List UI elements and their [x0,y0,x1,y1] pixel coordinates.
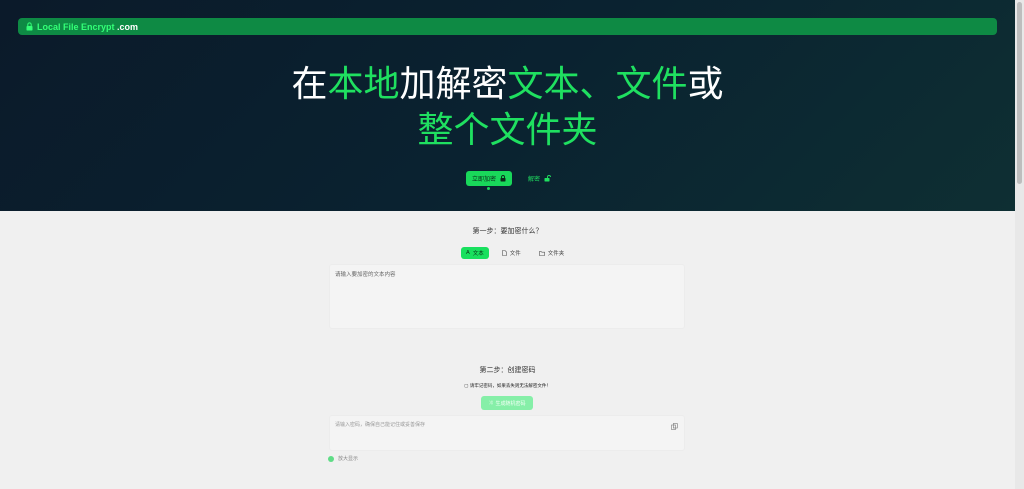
mode-switch: 立即加密 解密 [466,171,557,186]
tab-file-label: 文件 [509,251,521,257]
content-type-tabs: A 文本 文件 文件夹 [461,247,569,259]
decrypt-mode-button[interactable]: 解密 [522,171,557,186]
hero-section: Local File Encrypt .com 在本地加解密文本、文件或 整个文… [0,0,1015,211]
step2-title: 第二步：创建密码 [479,366,536,374]
page-scrollbar[interactable] [1015,0,1024,489]
tab-text-label: 文本 [472,251,484,257]
copy-icon[interactable] [671,423,678,430]
lock-icon [26,22,33,31]
password-placeholder: 请输入密码，确保自己能记住或妥善保存 [335,422,426,428]
password-warning-text: 请牢记密码，如果丢失则无法解密文件！ [469,384,551,389]
text-input-placeholder: 请输入要加密的文本内容 [335,272,396,278]
headline-line-1: 在本地加解密文本、文件或 [0,62,1015,108]
show-password-label: 放大显示 [338,456,359,462]
step1-title: 第一步：要加密什么？ [472,227,543,235]
decrypt-mode-label: 解密 [528,176,541,183]
tab-folder[interactable]: 文件夹 [534,247,570,259]
headline-segment: 本地 [327,64,400,105]
headline-segment: 整个文件夹 [417,110,598,151]
active-mode-indicator [487,187,490,190]
brand-logo[interactable]: Local File Encrypt .com [37,22,138,32]
brand-bar: Local File Encrypt .com [18,18,997,35]
headline-segment: 或 [687,64,724,105]
text-input[interactable]: 请输入要加密的文本内容 [329,264,685,329]
folder-icon [538,250,545,256]
headline-line-2: 整个文件夹 [0,108,1015,154]
page-headline: 在本地加解密文本、文件或 整个文件夹 [0,62,1015,154]
encrypt-mode-label: 立即加密 [472,176,497,183]
generate-password-label: 生成随机密码 [495,400,526,407]
headline-segment: 在 [291,64,328,105]
show-password-toggle[interactable]: 放大显示 [328,455,358,462]
brand-name: Local File Encrypt [37,21,115,32]
password-warning: ▢ 请牢记密码，如果丢失则无法解密文件！ [0,383,1015,389]
text-icon: A [466,250,470,256]
headline-segment: 加解密 [399,64,508,105]
unlock-icon [544,175,551,182]
lock-icon [500,175,506,182]
password-input[interactable]: 请输入密码，确保自己能记住或妥善保存 [329,415,685,451]
toggle-knob [328,455,334,462]
brand-domain: .com [117,21,139,32]
scrollbar-thumb[interactable] [1017,2,1022,184]
tab-text[interactable]: A 文本 [461,247,489,259]
tab-file[interactable]: 文件 [497,247,526,259]
shuffle-icon: ⤨ [488,400,493,406]
encrypt-mode-button[interactable]: 立即加密 [466,171,513,186]
generate-password-button[interactable]: ⤨ 生成随机密码 [481,396,533,410]
file-icon [501,250,507,256]
headline-segment: 文本、文件 [507,64,688,105]
tab-folder-label: 文件夹 [547,251,565,257]
